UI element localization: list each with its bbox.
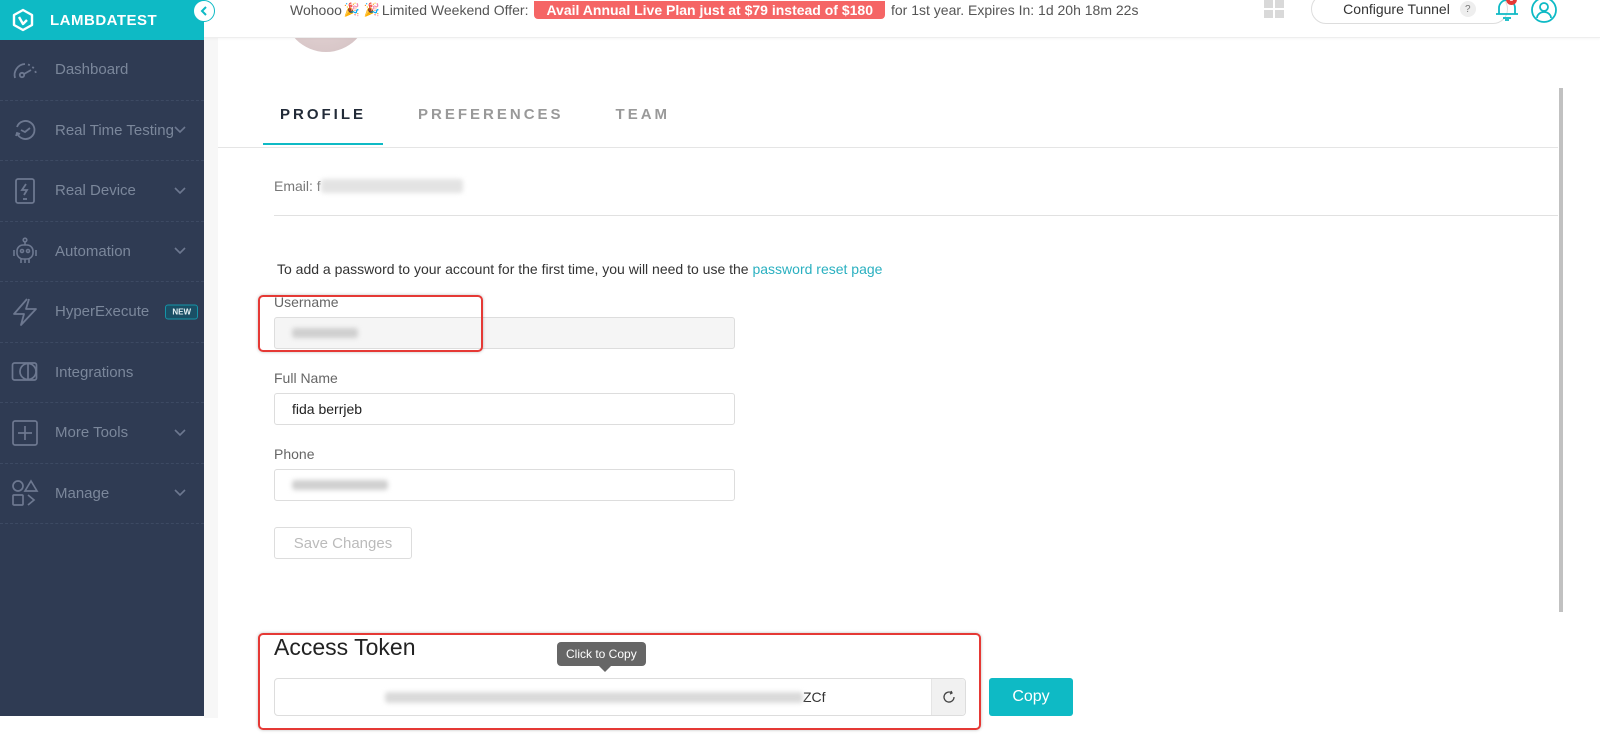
lambdatest-logo-icon	[10, 7, 36, 33]
help-icon[interactable]: ?	[1459, 1, 1476, 17]
sidebar-item-label: Integrations	[55, 363, 134, 381]
sidebar-item-real-device[interactable]: Real Device	[0, 161, 204, 222]
access-token-suffix: ZCf	[803, 689, 826, 705]
password-note: To add a password to your account for th…	[277, 261, 882, 277]
integrations-icon	[10, 357, 40, 387]
refresh-icon	[942, 690, 955, 703]
sidebar-item-hyperexecute[interactable]: HyperExecute NEW	[0, 282, 204, 343]
chevron-down-icon	[174, 489, 186, 497]
sidebar-item-real-time-testing[interactable]: Real Time Testing	[0, 101, 204, 161]
chevron-left-icon	[200, 6, 207, 16]
tab-preferences[interactable]: PREFERENCES	[401, 100, 581, 145]
username-field[interactable]	[274, 317, 735, 349]
email-row: Email: f	[274, 178, 463, 194]
sidebar-item-label: More Tools	[55, 424, 129, 442]
shapes-icon	[10, 478, 40, 508]
top-bar: Wohooo 🎉 🎉 Limited Weekend Offer: Avail …	[204, 0, 1600, 38]
promo-suffix: for 1st year. Expires In: 1d 20h 18m 22s	[891, 2, 1139, 18]
sidebar-item-label: Real Time Testing	[55, 121, 174, 139]
fullname-label: Full Name	[274, 370, 338, 386]
sidebar-collapse-button[interactable]	[193, 0, 215, 22]
brand-name: LAMBDATEST	[50, 11, 158, 29]
username-label: Username	[274, 294, 339, 310]
access-token-value: ZCf	[385, 689, 826, 705]
profile-panel: PROFILE PREFERENCES TEAM Email: f To add…	[218, 0, 1558, 748]
sidebar-item-label: Automation	[55, 242, 131, 260]
copy-token-button[interactable]: Copy	[989, 678, 1073, 716]
promo-offer-link[interactable]: Avail Annual Live Plan just at $79 inste…	[534, 1, 885, 19]
user-avatar-icon	[1531, 0, 1557, 23]
access-token-redacted	[385, 691, 803, 703]
speedometer-icon	[10, 55, 40, 85]
tabs-divider	[218, 147, 1558, 148]
user-profile-button[interactable]	[1530, 0, 1558, 24]
sidebar-item-automation[interactable]: Automation	[0, 222, 204, 282]
sidebar: LAMBDATEST Dashboard Real Time Testing R…	[0, 0, 204, 716]
page-scrollbar[interactable]	[1559, 88, 1563, 612]
sidebar-item-manage[interactable]: Manage	[0, 464, 204, 524]
profile-tabs: PROFILE PREFERENCES TEAM	[263, 100, 705, 145]
chevron-down-icon	[174, 429, 186, 436]
promo-label: Limited Weekend Offer:	[381, 2, 529, 18]
sidebar-item-integrations[interactable]: Integrations	[0, 343, 204, 403]
click-to-copy-tooltip: Click to Copy	[557, 642, 646, 672]
email-value-redacted	[320, 179, 463, 193]
plus-square-icon	[10, 418, 40, 448]
password-note-text: To add a password to your account for th…	[277, 261, 749, 277]
promo-banner: Wohooo 🎉 🎉 Limited Weekend Offer: Avail …	[290, 0, 1138, 20]
fullname-value: fida berrjeb	[292, 401, 363, 417]
sidebar-item-label: Dashboard	[55, 61, 129, 79]
robot-icon	[10, 236, 40, 266]
chevron-down-icon	[174, 126, 186, 134]
configure-tunnel-button[interactable]: Configure Tunnel ?	[1311, 0, 1508, 24]
party-popper-icon: 🎉 🎉	[343, 2, 380, 17]
phone-value-redacted	[292, 480, 388, 490]
access-token-field[interactable]: ZCf	[274, 678, 966, 716]
new-badge: NEW	[165, 304, 198, 320]
sidebar-item-label: Real Device	[55, 182, 136, 200]
save-changes-button[interactable]: Save Changes	[274, 527, 412, 559]
sidebar-item-dashboard[interactable]: Dashboard	[0, 40, 204, 101]
regenerate-token-button[interactable]	[931, 679, 965, 715]
notifications-button[interactable]: 5	[1494, 0, 1520, 24]
apps-grid-icon[interactable]	[1264, 0, 1284, 18]
password-reset-link[interactable]: password reset page	[752, 261, 882, 277]
sidebar-item-label: HyperExecute	[55, 303, 150, 321]
tab-profile[interactable]: PROFILE	[263, 100, 384, 145]
username-value-redacted	[292, 328, 358, 338]
phone-label: Phone	[274, 446, 315, 462]
chevron-down-icon	[174, 247, 186, 255]
access-token-title: Access Token	[274, 634, 416, 660]
tab-team[interactable]: TEAM	[599, 100, 688, 145]
email-label: Email: f	[274, 178, 321, 194]
sidebar-item-label: Manage	[55, 484, 110, 502]
configure-tunnel-label: Configure Tunnel	[1343, 1, 1450, 17]
phone-field[interactable]	[274, 469, 735, 501]
sidebar-item-more-tools[interactable]: More Tools	[0, 403, 204, 464]
brand-header[interactable]: LAMBDATEST	[0, 0, 204, 40]
mobile-bolt-icon	[10, 176, 40, 206]
fullname-field[interactable]: fida berrjeb	[274, 393, 735, 425]
content-gutter	[204, 38, 218, 718]
chevron-down-icon	[174, 187, 186, 194]
email-divider	[274, 215, 1558, 216]
lightning-icon	[10, 297, 40, 327]
promo-prefix: Wohooo	[290, 2, 342, 18]
clock-refresh-icon	[10, 115, 40, 145]
